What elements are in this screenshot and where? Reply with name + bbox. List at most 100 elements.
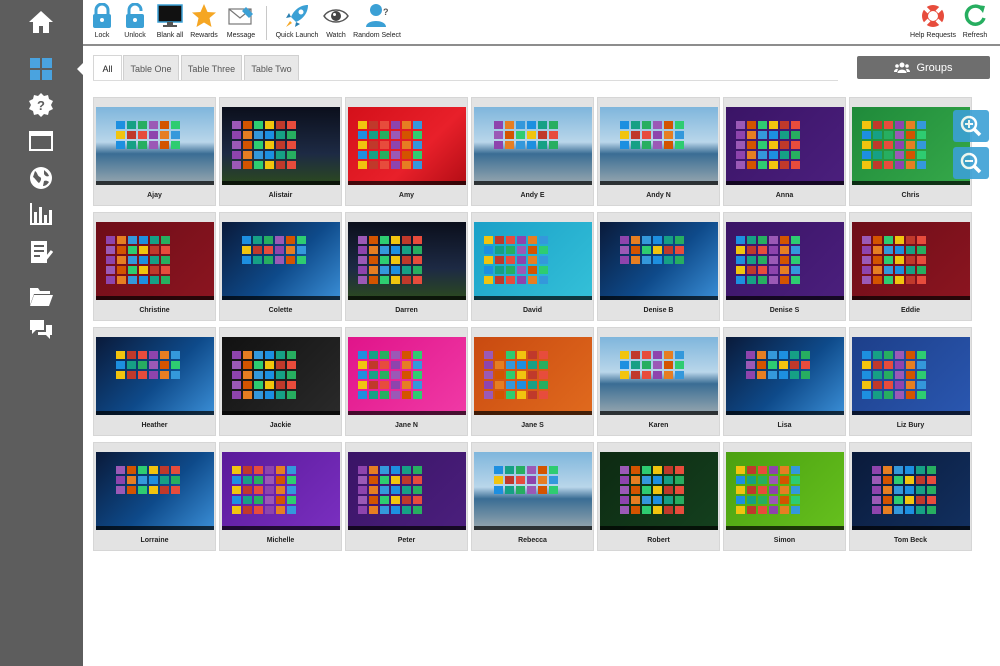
screen-preview[interactable] xyxy=(222,452,340,530)
screen-preview[interactable] xyxy=(474,222,592,300)
help-requests-button[interactable]: Help Requests xyxy=(910,3,956,43)
screen-preview[interactable] xyxy=(852,337,970,415)
student-thumbnail[interactable]: Eddie xyxy=(849,212,972,321)
screen-preview[interactable] xyxy=(600,222,718,300)
screen-preview[interactable] xyxy=(726,337,844,415)
student-thumbnail[interactable]: Simon xyxy=(723,442,846,551)
groups-button[interactable]: Groups xyxy=(857,56,990,79)
student-thumbnail[interactable]: Lorraine xyxy=(93,442,216,551)
screen-preview[interactable] xyxy=(348,337,466,415)
app-tile xyxy=(380,371,389,379)
screen-preview[interactable] xyxy=(348,222,466,300)
screen-preview[interactable] xyxy=(726,452,844,530)
screen-preview[interactable] xyxy=(726,222,844,300)
screen-preview[interactable] xyxy=(348,452,466,530)
zoom-out-button[interactable] xyxy=(953,147,989,179)
random-select-button[interactable]: ? Random Select xyxy=(353,3,401,43)
start-tiles xyxy=(746,351,810,379)
folder-icon[interactable] xyxy=(24,281,58,311)
unlock-button[interactable]: Unlock xyxy=(121,3,149,43)
student-thumbnail[interactable]: Alistair xyxy=(219,97,342,206)
tab-table-three[interactable]: Table Three xyxy=(181,55,242,81)
student-thumbnail[interactable]: Christine xyxy=(93,212,216,321)
app-tile xyxy=(769,141,778,149)
student-thumbnail[interactable]: Liz Bury xyxy=(849,327,972,436)
screen-preview[interactable] xyxy=(474,452,592,530)
screen-preview[interactable] xyxy=(852,452,970,530)
screen-preview[interactable] xyxy=(726,107,844,185)
screen-preview[interactable] xyxy=(600,107,718,185)
app-tile xyxy=(905,506,914,514)
student-thumbnail[interactable]: Karen xyxy=(597,327,720,436)
quick-launch-button[interactable]: Quick Launch xyxy=(276,3,318,43)
app-tile xyxy=(927,476,936,484)
student-thumbnail[interactable]: Michelle xyxy=(219,442,342,551)
app-tile xyxy=(484,246,493,254)
app-tile xyxy=(758,151,767,159)
app-tile xyxy=(862,391,871,399)
student-thumbnail[interactable]: Rebecca xyxy=(471,442,594,551)
student-thumbnail[interactable]: Anna xyxy=(723,97,846,206)
home-icon[interactable] xyxy=(24,7,58,37)
globe-icon[interactable] xyxy=(24,163,58,193)
screen-preview[interactable] xyxy=(222,107,340,185)
tab-table-one[interactable]: Table One xyxy=(123,55,179,81)
student-thumbnail[interactable]: Andy E xyxy=(471,97,594,206)
student-thumbnail[interactable]: Peter xyxy=(345,442,468,551)
screen-preview[interactable] xyxy=(96,452,214,530)
lifebuoy-icon xyxy=(920,3,946,29)
student-thumbnail[interactable]: Amy xyxy=(345,97,468,206)
student-name: Liz Bury xyxy=(896,422,925,429)
student-thumbnail[interactable]: David xyxy=(471,212,594,321)
app-tile xyxy=(369,276,378,284)
app-tile xyxy=(916,486,925,494)
screen-preview[interactable] xyxy=(474,337,592,415)
bar-chart-icon[interactable] xyxy=(24,199,58,229)
blank-all-button[interactable]: Blank all xyxy=(155,3,185,43)
student-thumbnail[interactable]: Andy N xyxy=(597,97,720,206)
checklist-icon[interactable] xyxy=(24,237,58,267)
student-thumbnail[interactable]: Tom Beck xyxy=(849,442,972,551)
screen-preview[interactable] xyxy=(96,222,214,300)
student-thumbnail[interactable]: Lisa xyxy=(723,327,846,436)
app-tile xyxy=(380,391,389,399)
app-tile xyxy=(232,391,241,399)
screen-preview[interactable] xyxy=(96,107,214,185)
chat-icon[interactable] xyxy=(24,315,58,345)
thumbnails-icon[interactable] xyxy=(24,54,58,84)
screen-preview[interactable] xyxy=(600,452,718,530)
app-tile xyxy=(631,486,640,494)
watch-button[interactable]: Watch xyxy=(323,3,349,43)
screen-preview[interactable] xyxy=(348,107,466,185)
student-thumbnail[interactable]: Heather xyxy=(93,327,216,436)
help-icon[interactable]: ? xyxy=(24,90,58,120)
student-thumbnail[interactable]: Denise S xyxy=(723,212,846,321)
student-thumbnail[interactable]: Jane N xyxy=(345,327,468,436)
zoom-in-button[interactable] xyxy=(953,110,989,142)
message-button[interactable]: Message xyxy=(226,3,256,43)
screen-preview[interactable] xyxy=(852,222,970,300)
student-thumbnail[interactable]: Jackie xyxy=(219,327,342,436)
screen-preview[interactable] xyxy=(474,107,592,185)
screen-preview[interactable] xyxy=(222,222,340,300)
rewards-button[interactable]: Rewards xyxy=(190,3,218,43)
student-name: Anna xyxy=(775,192,794,199)
tab-table-two[interactable]: Table Two xyxy=(244,55,299,81)
app-tile xyxy=(884,141,893,149)
screen-preview[interactable] xyxy=(96,337,214,415)
student-thumbnail[interactable]: Robert xyxy=(597,442,720,551)
screen-preview[interactable] xyxy=(222,337,340,415)
app-tile xyxy=(905,466,914,474)
tab-all[interactable]: All xyxy=(93,55,122,81)
app-tile xyxy=(358,161,367,169)
lock-button[interactable]: Lock xyxy=(89,3,115,43)
app-tile xyxy=(675,371,684,379)
refresh-button[interactable]: Refresh xyxy=(961,3,989,43)
student-thumbnail[interactable]: Denise B xyxy=(597,212,720,321)
student-thumbnail[interactable]: Jane S xyxy=(471,327,594,436)
student-thumbnail[interactable]: Colette xyxy=(219,212,342,321)
student-thumbnail[interactable]: Darren xyxy=(345,212,468,321)
screen-preview[interactable] xyxy=(600,337,718,415)
window-icon[interactable] xyxy=(24,126,58,156)
student-thumbnail[interactable]: Ajay xyxy=(93,97,216,206)
